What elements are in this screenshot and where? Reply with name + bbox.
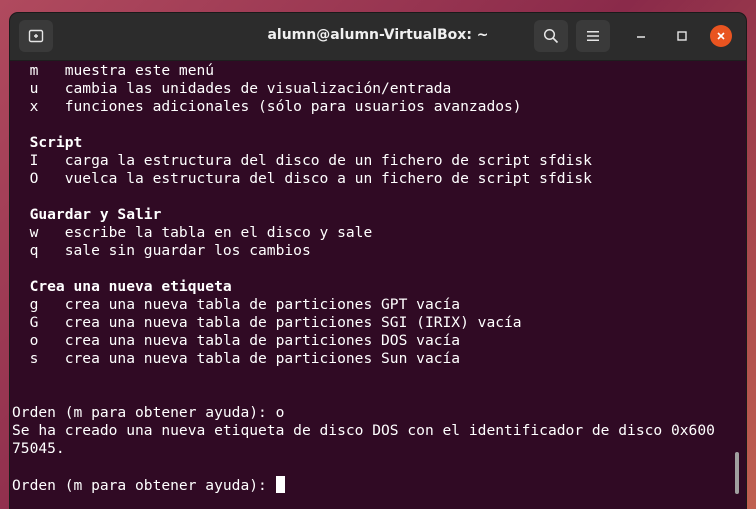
terminal-output[interactable]: m muestra este menú u cambia las unidade… <box>10 61 746 509</box>
terminal-line: G crea una nueva tabla de particiones SG… <box>12 314 522 331</box>
terminal-line: g crea una nueva tabla de particiones GP… <box>12 296 461 313</box>
minimize-icon <box>637 36 645 38</box>
prompt-line: Orden (m para obtener ayuda): o <box>12 404 285 421</box>
new-tab-icon <box>28 29 44 43</box>
active-prompt-line: Orden (m para obtener ayuda): <box>12 476 285 494</box>
terminal-line: u cambia las unidades de visualización/e… <box>12 80 452 97</box>
close-circle <box>710 25 732 47</box>
prompt-text: Orden (m para obtener ayuda): <box>12 477 276 494</box>
terminal-line: x funciones adicionales (sólo para usuar… <box>12 98 522 115</box>
close-icon <box>717 32 725 40</box>
close-button[interactable] <box>710 25 732 47</box>
scrollbar-thumb[interactable] <box>735 452 739 494</box>
maximize-button[interactable] <box>671 25 693 47</box>
terminal-line: m muestra este menú <box>12 62 215 79</box>
terminal-line: q sale sin guardar los cambios <box>12 242 311 259</box>
maximize-icon <box>677 31 687 41</box>
terminal-line: w escribe la tabla en el disco y sale <box>12 224 373 241</box>
section-heading: Script <box>12 134 83 151</box>
output-line: Se ha creado una nueva etiqueta de disco… <box>12 422 715 439</box>
minimize-button[interactable] <box>630 25 652 47</box>
terminal-line: o crea una nueva tabla de particiones DO… <box>12 332 461 349</box>
text-cursor <box>275 476 285 493</box>
terminal-line: O vuelca la estructura del disco a un fi… <box>12 170 592 187</box>
terminal-line: s crea una nueva tabla de particiones Su… <box>12 350 461 367</box>
terminal-line: I carga la estructura del disco de un fi… <box>12 152 592 169</box>
search-icon <box>543 28 559 44</box>
new-tab-button[interactable] <box>19 20 53 52</box>
title-bar: alumn@alumn-VirtualBox: ~ <box>10 13 746 61</box>
section-heading: Guardar y Salir <box>12 206 162 223</box>
menu-button[interactable] <box>576 20 610 52</box>
search-button[interactable] <box>534 20 568 52</box>
hamburger-menu-icon <box>587 31 599 41</box>
output-line: 75045. <box>12 440 65 457</box>
section-heading: Crea una nueva etiqueta <box>12 278 232 295</box>
terminal-window: alumn@alumn-VirtualBox: ~ m muestra este… <box>10 13 746 509</box>
